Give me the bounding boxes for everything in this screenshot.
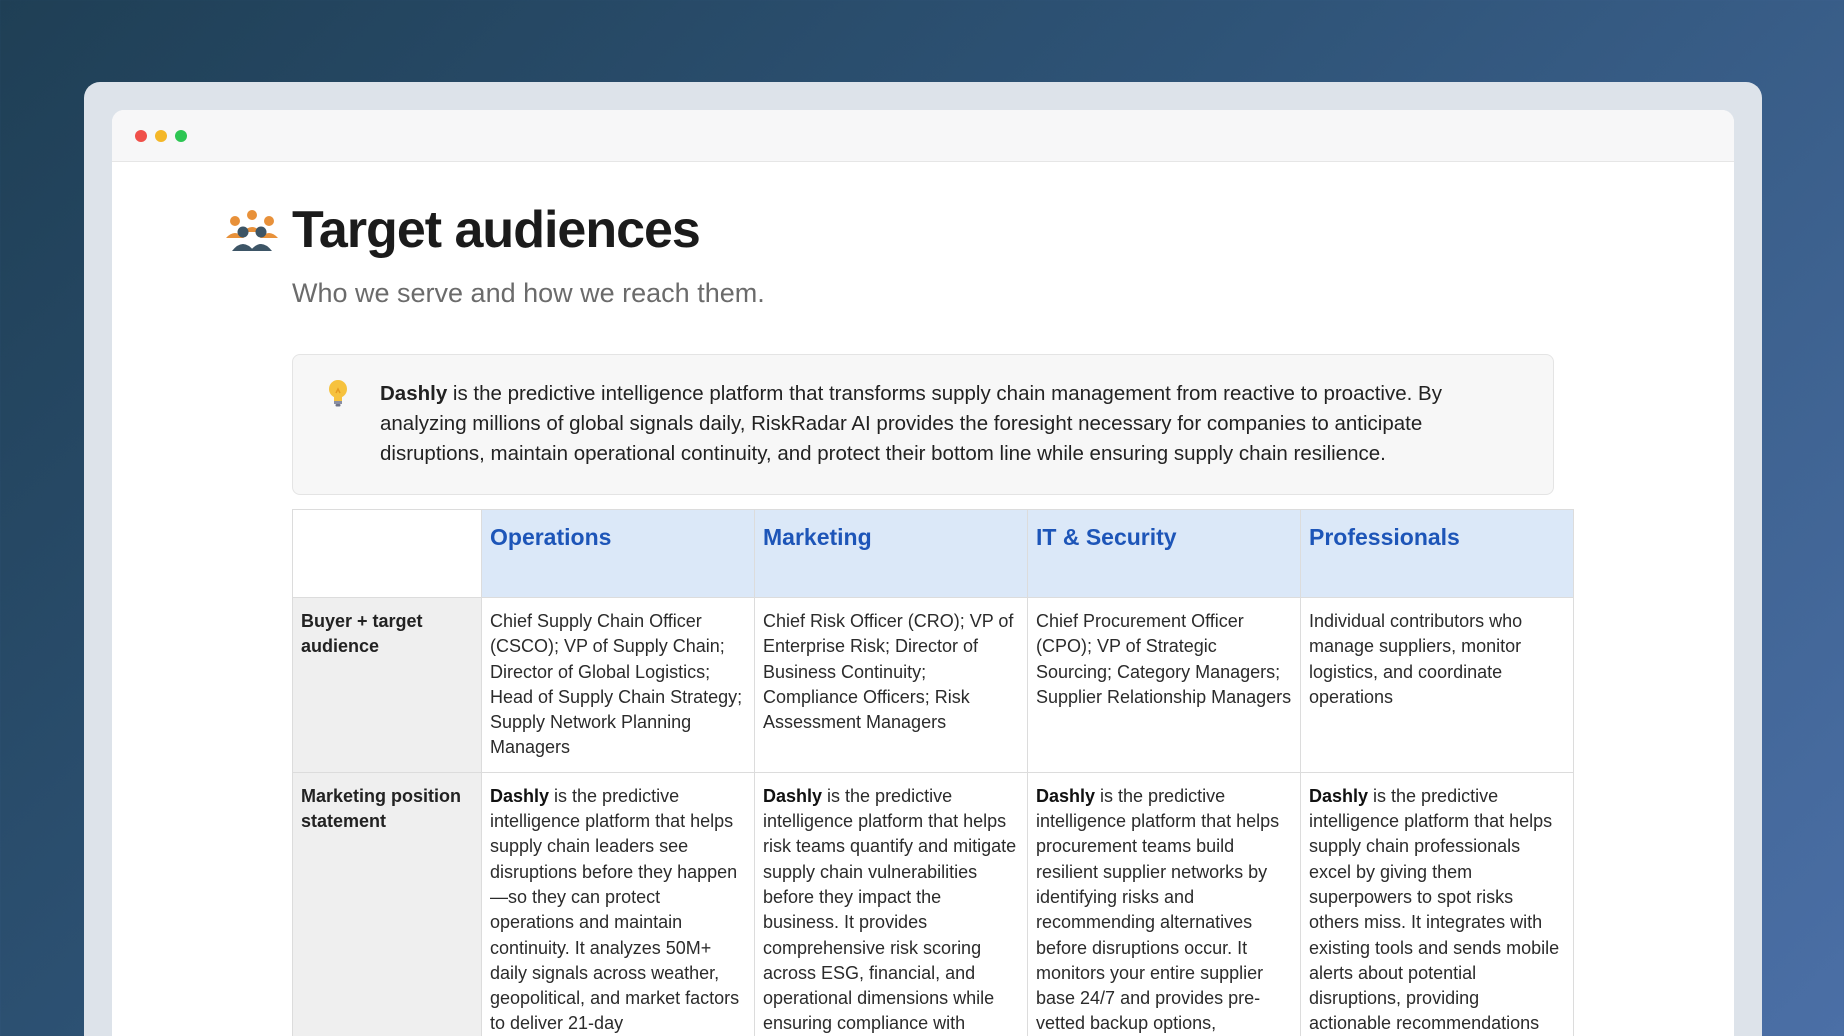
audience-table: Operations Marketing IT & Security Profe… [292,509,1574,1036]
column-header-marketing: Marketing [754,509,1028,598]
table-row: Marketing position statement Dashly is t… [292,771,1574,1036]
page-title: Target audiences [292,201,701,259]
table-cell: Dashly is the predictive intelligence pl… [1027,771,1301,1036]
cell-brand: Dashly [1036,785,1096,806]
cell-brand: Dashly [763,785,823,806]
cell-brand: Dashly [490,785,550,806]
cell-text: is the predictive intelligence platform … [1309,785,1560,1034]
table-cell: Dashly is the predictive intelligence pl… [1300,771,1574,1036]
cell-text: Chief Procurement Officer (CPO); VP of S… [1036,611,1292,707]
row-header-buyer: Buyer + target audience [292,597,482,773]
callout-brand: Dashly [380,382,448,405]
column-header-operations: Operations [481,509,755,598]
table-cell: Chief Risk Officer (CRO); VP of Enterpri… [754,597,1028,773]
table-cell: Individual contributors who manage suppl… [1300,597,1574,773]
callout-box: Dashly is the predictive intelligence pl… [292,354,1554,495]
cell-text: is the predictive intelligence platform … [1036,785,1280,1034]
table-cell: Dashly is the predictive intelligence pl… [481,771,755,1036]
cell-text: Individual contributors who manage suppl… [1309,611,1523,707]
table-cell: Chief Supply Chain Officer (CSCO); VP of… [481,597,755,773]
cell-text: is the predictive intelligence platform … [490,785,740,1034]
row-header-position-statement: Marketing position statement [292,771,482,1036]
column-header-professionals: Professionals [1300,509,1574,598]
cell-text: is the predictive intelligence platform … [763,785,1017,1034]
table-corner-cell [292,509,482,598]
page-content: Target audiences Who we serve and how we… [112,162,1734,1036]
table-cell: Dashly is the predictive intelligence pl… [754,771,1028,1036]
table-row: Buyer + target audience Chief Supply Cha… [292,597,1574,773]
cell-brand: Dashly [1309,785,1369,806]
table-cell: Chief Procurement Officer (CPO); VP of S… [1027,597,1301,773]
app-window: Target audiences Who we serve and how we… [112,110,1734,1036]
column-header-it-security: IT & Security [1027,509,1301,598]
callout-text: Dashly is the predictive intelligence pl… [380,379,1513,469]
callout-body: is the predictive intelligence platform … [380,382,1442,465]
maximize-window-button[interactable] [175,130,187,142]
people-group-icon [226,210,278,251]
window-titlebar [112,110,1734,162]
page-subtitle: Who we serve and how we reach them. [292,278,765,308]
cell-text: Chief Risk Officer (CRO); VP of Enterpri… [763,611,1014,733]
table-header-row: Operations Marketing IT & Security Profe… [292,509,1574,598]
title-row: Target audiences [224,200,701,260]
close-window-button[interactable] [135,130,147,142]
cell-text: Chief Supply Chain Officer (CSCO); VP of… [490,611,743,758]
lightbulb-icon [329,380,347,407]
minimize-window-button[interactable] [155,130,167,142]
